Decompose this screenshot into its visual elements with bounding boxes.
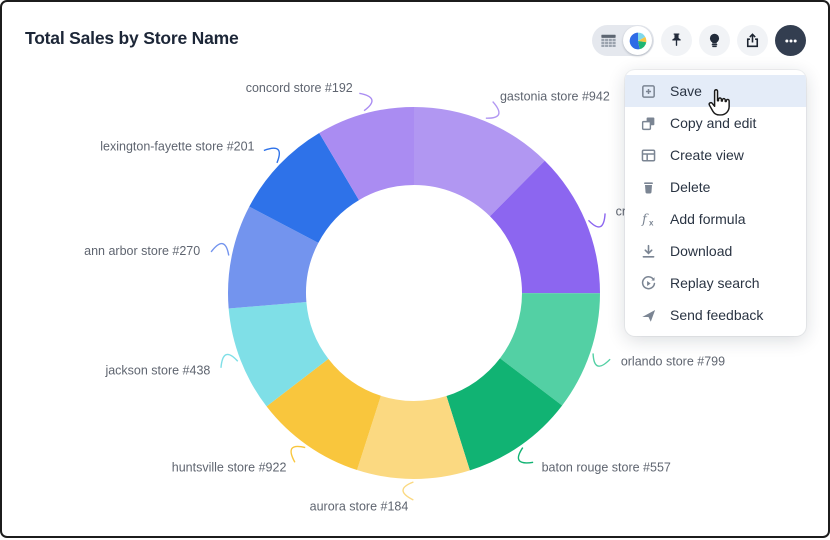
label-leader-line [291,446,305,462]
insights-button[interactable] [699,25,730,56]
label-leader-line [211,244,229,256]
label-leader-line [359,93,372,110]
chart-view-button[interactable] [623,26,652,55]
share-button[interactable] [737,25,768,56]
menu-item-save[interactable]: Save [625,75,806,107]
pin-button[interactable] [661,25,692,56]
formula-icon: fx [639,210,657,228]
label-leader-line [588,213,605,227]
menu-item-label: Save [670,83,702,99]
create-view-icon [639,146,657,164]
copy-icon [639,114,657,132]
slice-label: lexington-fayette store #201 [100,140,254,154]
slice-label: gastonia store #942 [500,89,610,103]
menu-item-copy-and-edit[interactable]: Copy and edit [625,107,806,139]
menu-item-replay-search[interactable]: Replay search [625,267,806,299]
replay-icon [639,274,657,292]
menu-item-label: Replay search [670,275,760,291]
download-icon [639,242,657,260]
table-icon [599,31,618,50]
slice-label: ann arbor store #270 [84,244,200,258]
ellipsis-icon [781,31,801,51]
menu-item-delete[interactable]: Delete [625,171,806,203]
trash-icon [639,178,657,196]
more-actions-menu: Save Copy and edit Create view Delete fx Add … [625,70,806,336]
view-toggle [592,25,654,56]
menu-item-label: Delete [670,179,710,195]
slice-label: huntsville store #922 [172,461,287,475]
menu-item-label: Send feedback [670,307,763,323]
table-view-button[interactable] [594,26,623,55]
menu-item-label: Copy and edit [670,115,756,131]
label-leader-line [221,354,238,367]
menu-item-add-formula[interactable]: fx Add formula [625,203,806,235]
pie-chart-icon [628,31,648,51]
slice-label: concord store #192 [246,81,353,95]
label-leader-line [486,102,499,119]
label-leader-line [518,448,533,463]
chart-toolbar [592,25,806,56]
svg-text:f: f [641,213,649,228]
share-upload-icon [743,31,762,50]
svg-text:x: x [649,219,654,228]
menu-item-download[interactable]: Download [625,235,806,267]
slice-label: baton rouge store #557 [542,461,671,475]
more-actions-button[interactable] [775,25,806,56]
slice-label: jackson store #438 [104,363,210,377]
label-leader-line [264,148,279,163]
label-leader-line [593,353,610,366]
pushpin-icon [667,31,686,50]
lightbulb-icon [705,31,724,50]
slice-label: orlando store #799 [621,354,725,368]
slice-label: aurora store #184 [310,499,409,513]
menu-item-label: Download [670,243,732,259]
save-plus-icon [639,82,657,100]
menu-item-label: Create view [670,147,744,163]
menu-item-create-view[interactable]: Create view [625,139,806,171]
menu-item-label: Add formula [670,211,745,227]
label-leader-line [403,482,413,500]
menu-item-send-feedback[interactable]: Send feedback [625,299,806,331]
send-icon [639,306,657,324]
